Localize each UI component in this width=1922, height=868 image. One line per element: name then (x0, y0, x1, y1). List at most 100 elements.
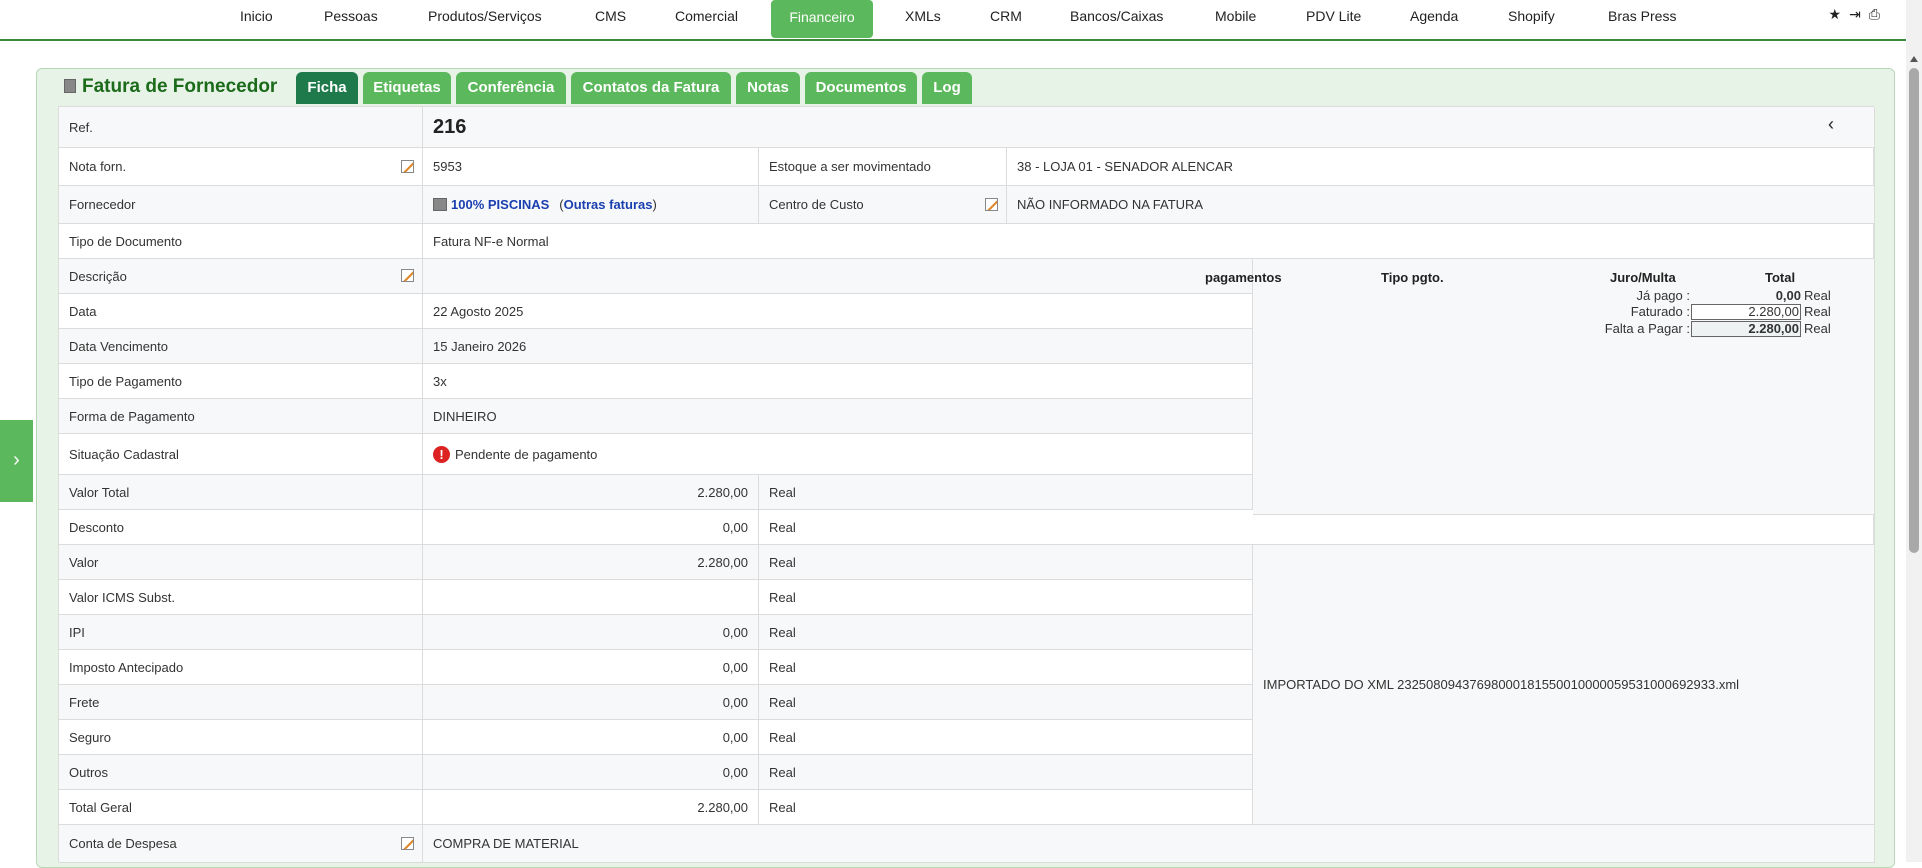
ref-row: 216 ‹ (423, 107, 1875, 148)
falta-label: Falta a Pagar : (1604, 321, 1690, 336)
descricao-label: Descrição (69, 268, 127, 284)
situacao-cell: ! Pendente de pagamento (423, 434, 1253, 475)
ja-pago-unit: Real (1804, 288, 1831, 303)
scroll-up-arrow-icon[interactable] (1910, 56, 1918, 62)
situacao-value: Pendente de pagamento (455, 446, 598, 462)
conta-label: Conta de Despesa (69, 836, 177, 851)
amount-unit: Real (759, 650, 1253, 685)
page-scrollbar[interactable] (1906, 0, 1922, 862)
amount-label: Frete (59, 685, 423, 720)
forma-value: DINHEIRO (423, 399, 1253, 434)
total-header: Total (1765, 270, 1796, 285)
nav-shopify[interactable]: Shopify (1498, 0, 1565, 35)
tab-documentos[interactable]: Documentos (805, 72, 917, 104)
ref-label: Ref. (59, 107, 423, 148)
amount-label: Seguro (59, 720, 423, 755)
situacao-label: Situação Cadastral (59, 434, 423, 475)
amount-unit: Real (759, 755, 1253, 790)
amount-unit: Real (759, 615, 1253, 650)
chevron-right-icon: › (13, 449, 20, 471)
top-navigation: Inicio Pessoas Produtos/Serviços CMS Com… (0, 0, 1906, 41)
amount-label: Valor Total (59, 475, 423, 510)
tipo-pag-value: 3x (423, 364, 1253, 399)
nav-bancos-caixas[interactable]: Bancos/Caixas (1060, 0, 1173, 35)
nav-pessoas[interactable]: Pessoas (314, 0, 388, 35)
vencimento-value: 15 Janeiro 2026 (423, 329, 1253, 364)
amount-unit: Real (759, 685, 1253, 720)
star-icon[interactable]: ★ (1829, 6, 1842, 22)
amount-value: 0,00 (423, 720, 759, 755)
amount-value: 2.280,00 (423, 790, 759, 825)
nav-bras-press[interactable]: Bras Press (1598, 0, 1686, 35)
centro-label: Centro de Custo (769, 197, 864, 212)
outras-faturas-link[interactable]: Outras faturas (564, 197, 653, 212)
scroll-thumb[interactable] (1909, 68, 1919, 553)
edit-conta-icon[interactable] (401, 836, 414, 850)
amount-unit: Real (759, 720, 1253, 755)
xml-import-note: IMPORTADO DO XML 23250809437698000181550… (1253, 545, 1875, 825)
tab-notas[interactable]: Notas (736, 72, 800, 104)
amount-value (423, 580, 759, 615)
nav-produtos-servicos[interactable]: Produtos/Serviços (418, 0, 552, 35)
faturado-value: 2.280,00 (1691, 304, 1801, 320)
nav-crm[interactable]: CRM (980, 0, 1032, 35)
payments-header: pagamentos (1205, 270, 1282, 285)
nota-label-cell: Nota forn. (59, 148, 423, 186)
tab-contatos-da-fatura[interactable]: Contatos da Fatura (571, 72, 731, 104)
paren-close: ) (652, 197, 657, 212)
fornecedor-label: Fornecedor (59, 186, 423, 224)
ja-pago-label: Já pago : (1636, 288, 1691, 303)
nav-pdv-lite[interactable]: PDV Lite (1296, 0, 1371, 35)
fornecedor-link[interactable]: 100% PISCINAS (451, 197, 549, 212)
nav-comercial[interactable]: Comercial (665, 0, 748, 35)
forma-label: Forma de Pagamento (59, 399, 423, 434)
print-icon[interactable]: ⎙ (1869, 6, 1880, 22)
tab-log[interactable]: Log (922, 72, 972, 104)
tipo-doc-value: Fatura NF-e Normal (423, 224, 1875, 259)
fornecedor-cell: 100% PISCINAS (Outras faturas) (423, 186, 759, 224)
estoque-label: Estoque a ser movimentado (759, 148, 1007, 186)
edit-descricao-icon[interactable] (401, 269, 414, 282)
edit-centro-icon[interactable] (985, 197, 998, 211)
nota-value: 5953 (423, 148, 759, 186)
amount-label: Valor (59, 545, 423, 580)
tab-ficha[interactable]: Ficha (296, 72, 358, 104)
page-title-text: Fatura de Fornecedor (82, 76, 278, 97)
nota-label: Nota forn. (69, 159, 127, 174)
amount-unit: Real (759, 545, 1253, 580)
supplier-icon (433, 198, 447, 211)
amount-value: 0,00 (423, 615, 759, 650)
amount-unit: Real (759, 510, 1875, 545)
centro-value: NÃO INFORMADO NA FATURA (1007, 186, 1875, 224)
nav-xmls[interactable]: XMLs (895, 0, 951, 35)
amount-unit: Real (759, 475, 1253, 510)
tab-conferencia[interactable]: Conferência (456, 72, 566, 104)
ja-pago-value: 0,00 (1775, 288, 1801, 303)
estoque-value: 38 - LOJA 01 - SENADOR ALENCAR (1007, 148, 1875, 186)
amount-unit: Real (759, 790, 1253, 825)
data-value: 22 Agosto 2025 (423, 294, 1253, 329)
nav-mobile[interactable]: Mobile (1205, 0, 1266, 35)
ref-value: 216 (433, 115, 467, 138)
amount-label: Imposto Antecipado (59, 650, 423, 685)
logout-icon[interactable]: ⇥ (1849, 6, 1861, 22)
falta-unit: Real (1804, 321, 1831, 336)
chevron-left-icon[interactable]: ‹ (1828, 114, 1834, 135)
nav-inicio[interactable]: Inicio (230, 0, 283, 35)
amount-label: Outros (59, 755, 423, 790)
juro-multa-header: Juro/Multa (1610, 270, 1676, 285)
descricao-label-cell: Descrição (59, 259, 423, 294)
page-title: Fatura de Fornecedor (64, 76, 277, 98)
amount-label: IPI (59, 615, 423, 650)
nav-cms[interactable]: CMS (585, 0, 636, 35)
sidebar-toggle-button[interactable]: › (0, 420, 33, 502)
edit-nota-icon[interactable] (401, 159, 414, 173)
amount-value: 2.280,00 (423, 475, 759, 510)
tipo-pgto-header: Tipo pgto. (1381, 270, 1444, 285)
tab-etiquetas[interactable]: Etiquetas (363, 72, 451, 104)
nav-agenda[interactable]: Agenda (1400, 0, 1468, 35)
descricao-value (423, 259, 1253, 294)
amount-value: 0,00 (423, 755, 759, 790)
nav-financeiro[interactable]: Financeiro (771, 0, 873, 38)
amount-label: Total Geral (59, 790, 423, 825)
